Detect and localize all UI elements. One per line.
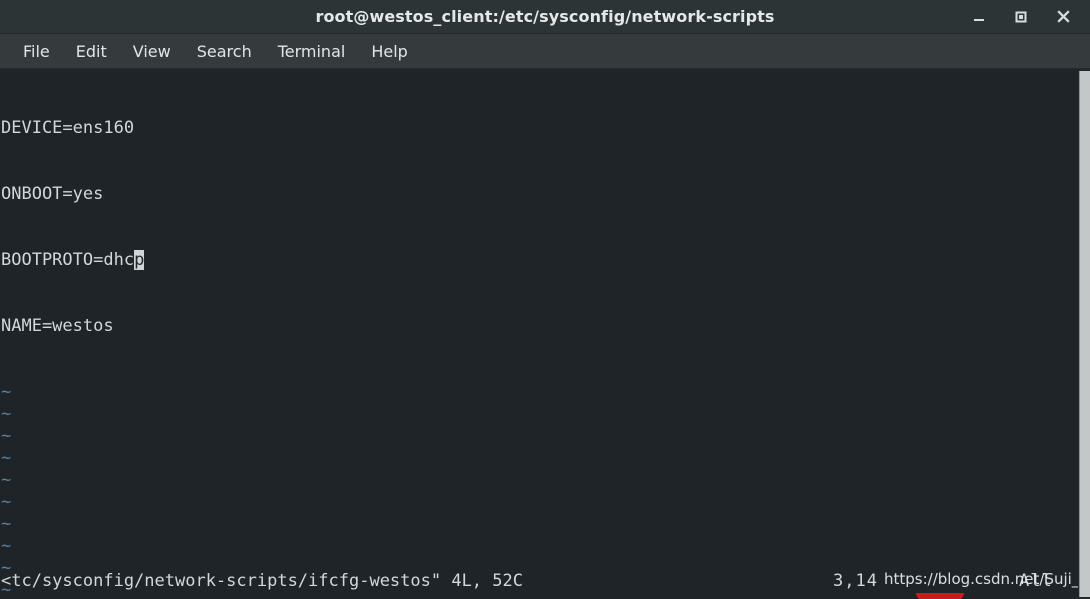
menu-item-search[interactable]: Search: [184, 40, 265, 63]
close-icon[interactable]: [1052, 6, 1074, 28]
menu-item-view[interactable]: View: [120, 40, 184, 63]
maximize-icon[interactable]: [1010, 6, 1032, 28]
vim-status-line: <tc/sysconfig/network-scripts/ifcfg-west…: [0, 569, 1078, 593]
menu-item-help[interactable]: Help: [358, 40, 420, 63]
terminal-body[interactable]: DEVICE=ens160 ONBOOT=yes BOOTPROTO=dhcp …: [0, 69, 1090, 599]
empty-line-marker: ~: [1, 382, 12, 402]
editor-line-with-cursor: BOOTPROTO=dhcp: [0, 249, 1078, 271]
title-bar[interactable]: root@westos_client:/etc/sysconfig/networ…: [0, 0, 1090, 34]
menu-item-file[interactable]: File: [10, 40, 63, 63]
empty-line-marker: ~: [1, 404, 12, 424]
empty-line-marker: ~: [1, 514, 12, 534]
empty-line-marker: ~: [1, 426, 12, 446]
empty-line-marker: ~: [1, 492, 12, 512]
editor-line-text: BOOTPROTO=dhc: [1, 250, 135, 270]
status-cursor-position: 3,14: [833, 571, 878, 591]
minimize-icon[interactable]: [968, 6, 990, 28]
menu-item-terminal[interactable]: Terminal: [265, 40, 359, 63]
terminal-scrollbar[interactable]: [1078, 69, 1090, 599]
window-controls: [968, 0, 1082, 33]
empty-line-marker: ~: [1, 448, 12, 468]
scrollbar-thumb[interactable]: [1079, 71, 1090, 597]
editor-line: ONBOOT=yes: [1, 184, 104, 204]
empty-line-markers: ~~~~~~~~~~~~~~~~~~~: [0, 381, 1078, 599]
window-title: root@westos_client:/etc/sysconfig/networ…: [315, 7, 775, 26]
terminal-window: root@westos_client:/etc/sysconfig/networ…: [0, 0, 1090, 599]
editor-line: NAME=westos: [1, 316, 114, 336]
empty-line-marker: ~: [1, 536, 12, 556]
status-file-info: <tc/sysconfig/network-scripts/ifcfg-west…: [1, 571, 523, 591]
empty-line-marker: ~: [1, 470, 12, 490]
menu-item-edit[interactable]: Edit: [63, 40, 120, 63]
vim-editor-screen[interactable]: DEVICE=ens160 ONBOOT=yes BOOTPROTO=dhcp …: [0, 73, 1078, 599]
status-scroll-indicator: All: [1019, 571, 1053, 591]
editor-line: DEVICE=ens160: [1, 118, 135, 138]
menu-bar: File Edit View Search Terminal Help: [0, 34, 1090, 69]
text-cursor: p: [134, 250, 145, 270]
